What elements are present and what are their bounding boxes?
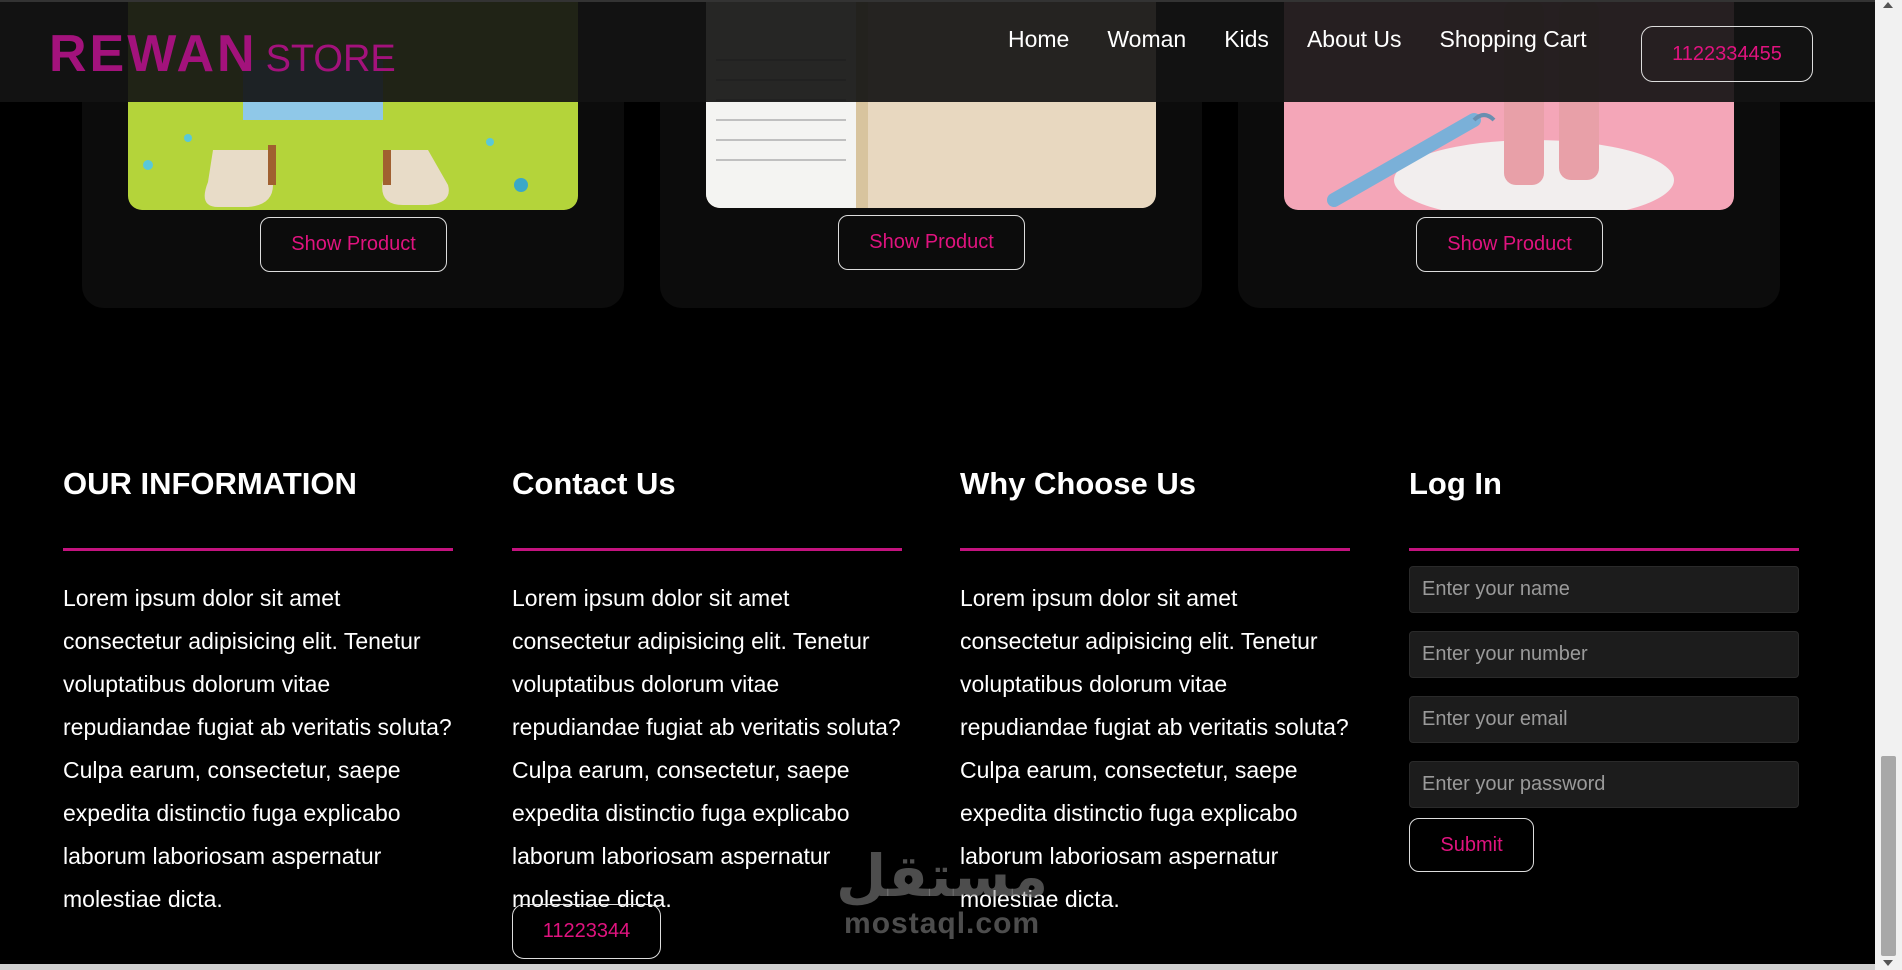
submit-button[interactable]: Submit — [1409, 818, 1534, 872]
main-nav: Home Woman Kids About Us Shopping Cart — [1008, 26, 1587, 53]
footer-divider — [1409, 548, 1799, 551]
vertical-scrollbar[interactable] — [1875, 0, 1902, 970]
site-header: REWAN STORE Home Woman Kids About Us Shop… — [0, 0, 1875, 102]
footer-contact-title: Contact Us — [512, 466, 676, 501]
watermark: مستقل mostaql.com — [836, 845, 1048, 941]
footer-info-title: OUR INFORMATION — [63, 466, 357, 501]
show-product-button[interactable]: Show Product — [1416, 217, 1603, 272]
logo-brand: REWAN — [49, 25, 258, 83]
scrollbar-thumb[interactable] — [1881, 756, 1896, 956]
footer-info-column: OUR INFORMATION Lorem ipsum dolor sit am… — [63, 466, 453, 921]
watermark-latin: mostaql.com — [844, 907, 1041, 940]
footer-login-title: Log In — [1409, 466, 1502, 501]
header-phone-button[interactable]: 1122334455 — [1641, 26, 1813, 82]
email-input[interactable] — [1409, 696, 1799, 743]
footer-login-column: Log In — [1409, 466, 1799, 551]
password-input[interactable] — [1409, 761, 1799, 808]
number-input[interactable] — [1409, 631, 1799, 678]
logo[interactable]: REWAN STORE — [49, 24, 396, 84]
show-product-button[interactable]: Show Product — [838, 215, 1025, 270]
footer-divider — [63, 548, 453, 551]
footer-divider — [960, 548, 1350, 551]
watermark-arabic: مستقل — [836, 842, 1049, 910]
nav-shopping-cart[interactable]: Shopping Cart — [1440, 26, 1587, 53]
nav-home[interactable]: Home — [1008, 26, 1069, 53]
horizontal-scrollbar[interactable] — [0, 964, 1875, 970]
nav-woman[interactable]: Woman — [1107, 26, 1186, 53]
footer-info-text: Lorem ipsum dolor sit amet consectetur a… — [63, 585, 452, 912]
logo-suffix: STORE — [265, 38, 396, 80]
show-product-button[interactable]: Show Product — [260, 217, 447, 272]
contact-phone-button[interactable]: 11223344 — [512, 904, 661, 959]
scroll-up-arrow-icon[interactable] — [1883, 2, 1893, 8]
nav-kids[interactable]: Kids — [1224, 26, 1269, 53]
scroll-down-arrow-icon[interactable] — [1883, 960, 1893, 966]
nav-about-us[interactable]: About Us — [1307, 26, 1402, 53]
name-input[interactable] — [1409, 566, 1799, 613]
footer-why-title: Why Choose Us — [960, 466, 1196, 501]
footer-divider — [512, 548, 902, 551]
